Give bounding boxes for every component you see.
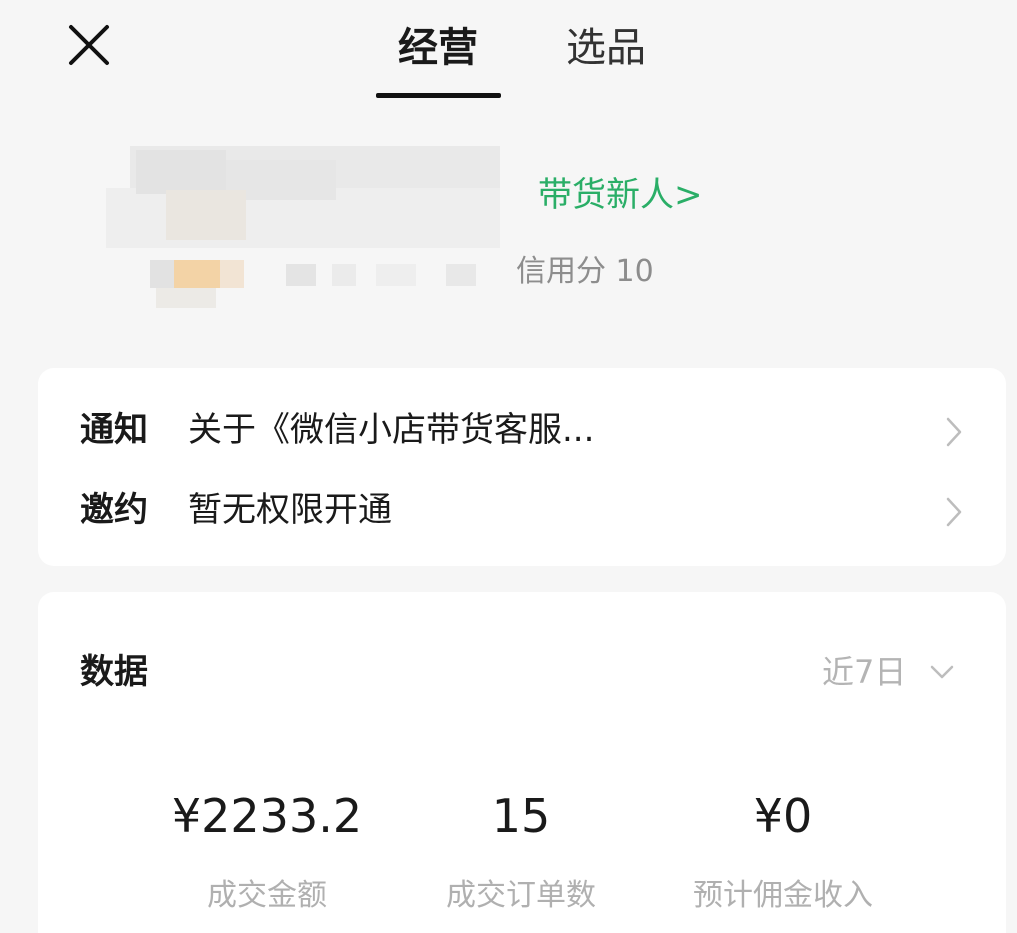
invitation-text: 暂无权限开通 <box>188 490 392 530</box>
top-tabs: 经营 选品 <box>0 20 1017 100</box>
invitation-label: 邀约 <box>80 490 148 530</box>
notice-label: 通知 <box>80 410 148 450</box>
chevron-down-icon <box>931 665 954 679</box>
notice-row[interactable]: 通知 关于《微信小店带货客服... <box>38 397 1006 467</box>
blurred-profile-info <box>106 140 506 310</box>
date-range-select[interactable]: 近7日 <box>822 648 956 696</box>
data-section-title: 数据 <box>80 652 148 692</box>
metric-value: ¥0 <box>753 789 813 843</box>
active-tab-indicator <box>376 93 501 98</box>
metric-caption: 预计佣金收入 <box>693 878 873 913</box>
metric-value: 15 <box>491 789 551 843</box>
chevron-right-icon <box>946 497 962 527</box>
date-range-value: 近7日 <box>822 653 907 691</box>
metric-orders[interactable]: 15 成交订单数 <box>371 786 671 916</box>
credit-score: 信用分 10 <box>516 254 654 289</box>
notice-text: 关于《微信小店带货客服... <box>188 410 595 450</box>
chevron-right-icon <box>946 417 962 447</box>
creator-level-tag[interactable]: 带货新人> <box>538 171 703 219</box>
tab-product-selection[interactable]: 选品 <box>566 20 646 76</box>
metric-caption: 成交订单数 <box>446 878 596 913</box>
metric-commission[interactable]: ¥0 预计佣金收入 <box>633 786 933 916</box>
invitation-row[interactable]: 邀约 暂无权限开通 <box>38 477 1006 547</box>
tab-business[interactable]: 经营 <box>398 20 478 76</box>
